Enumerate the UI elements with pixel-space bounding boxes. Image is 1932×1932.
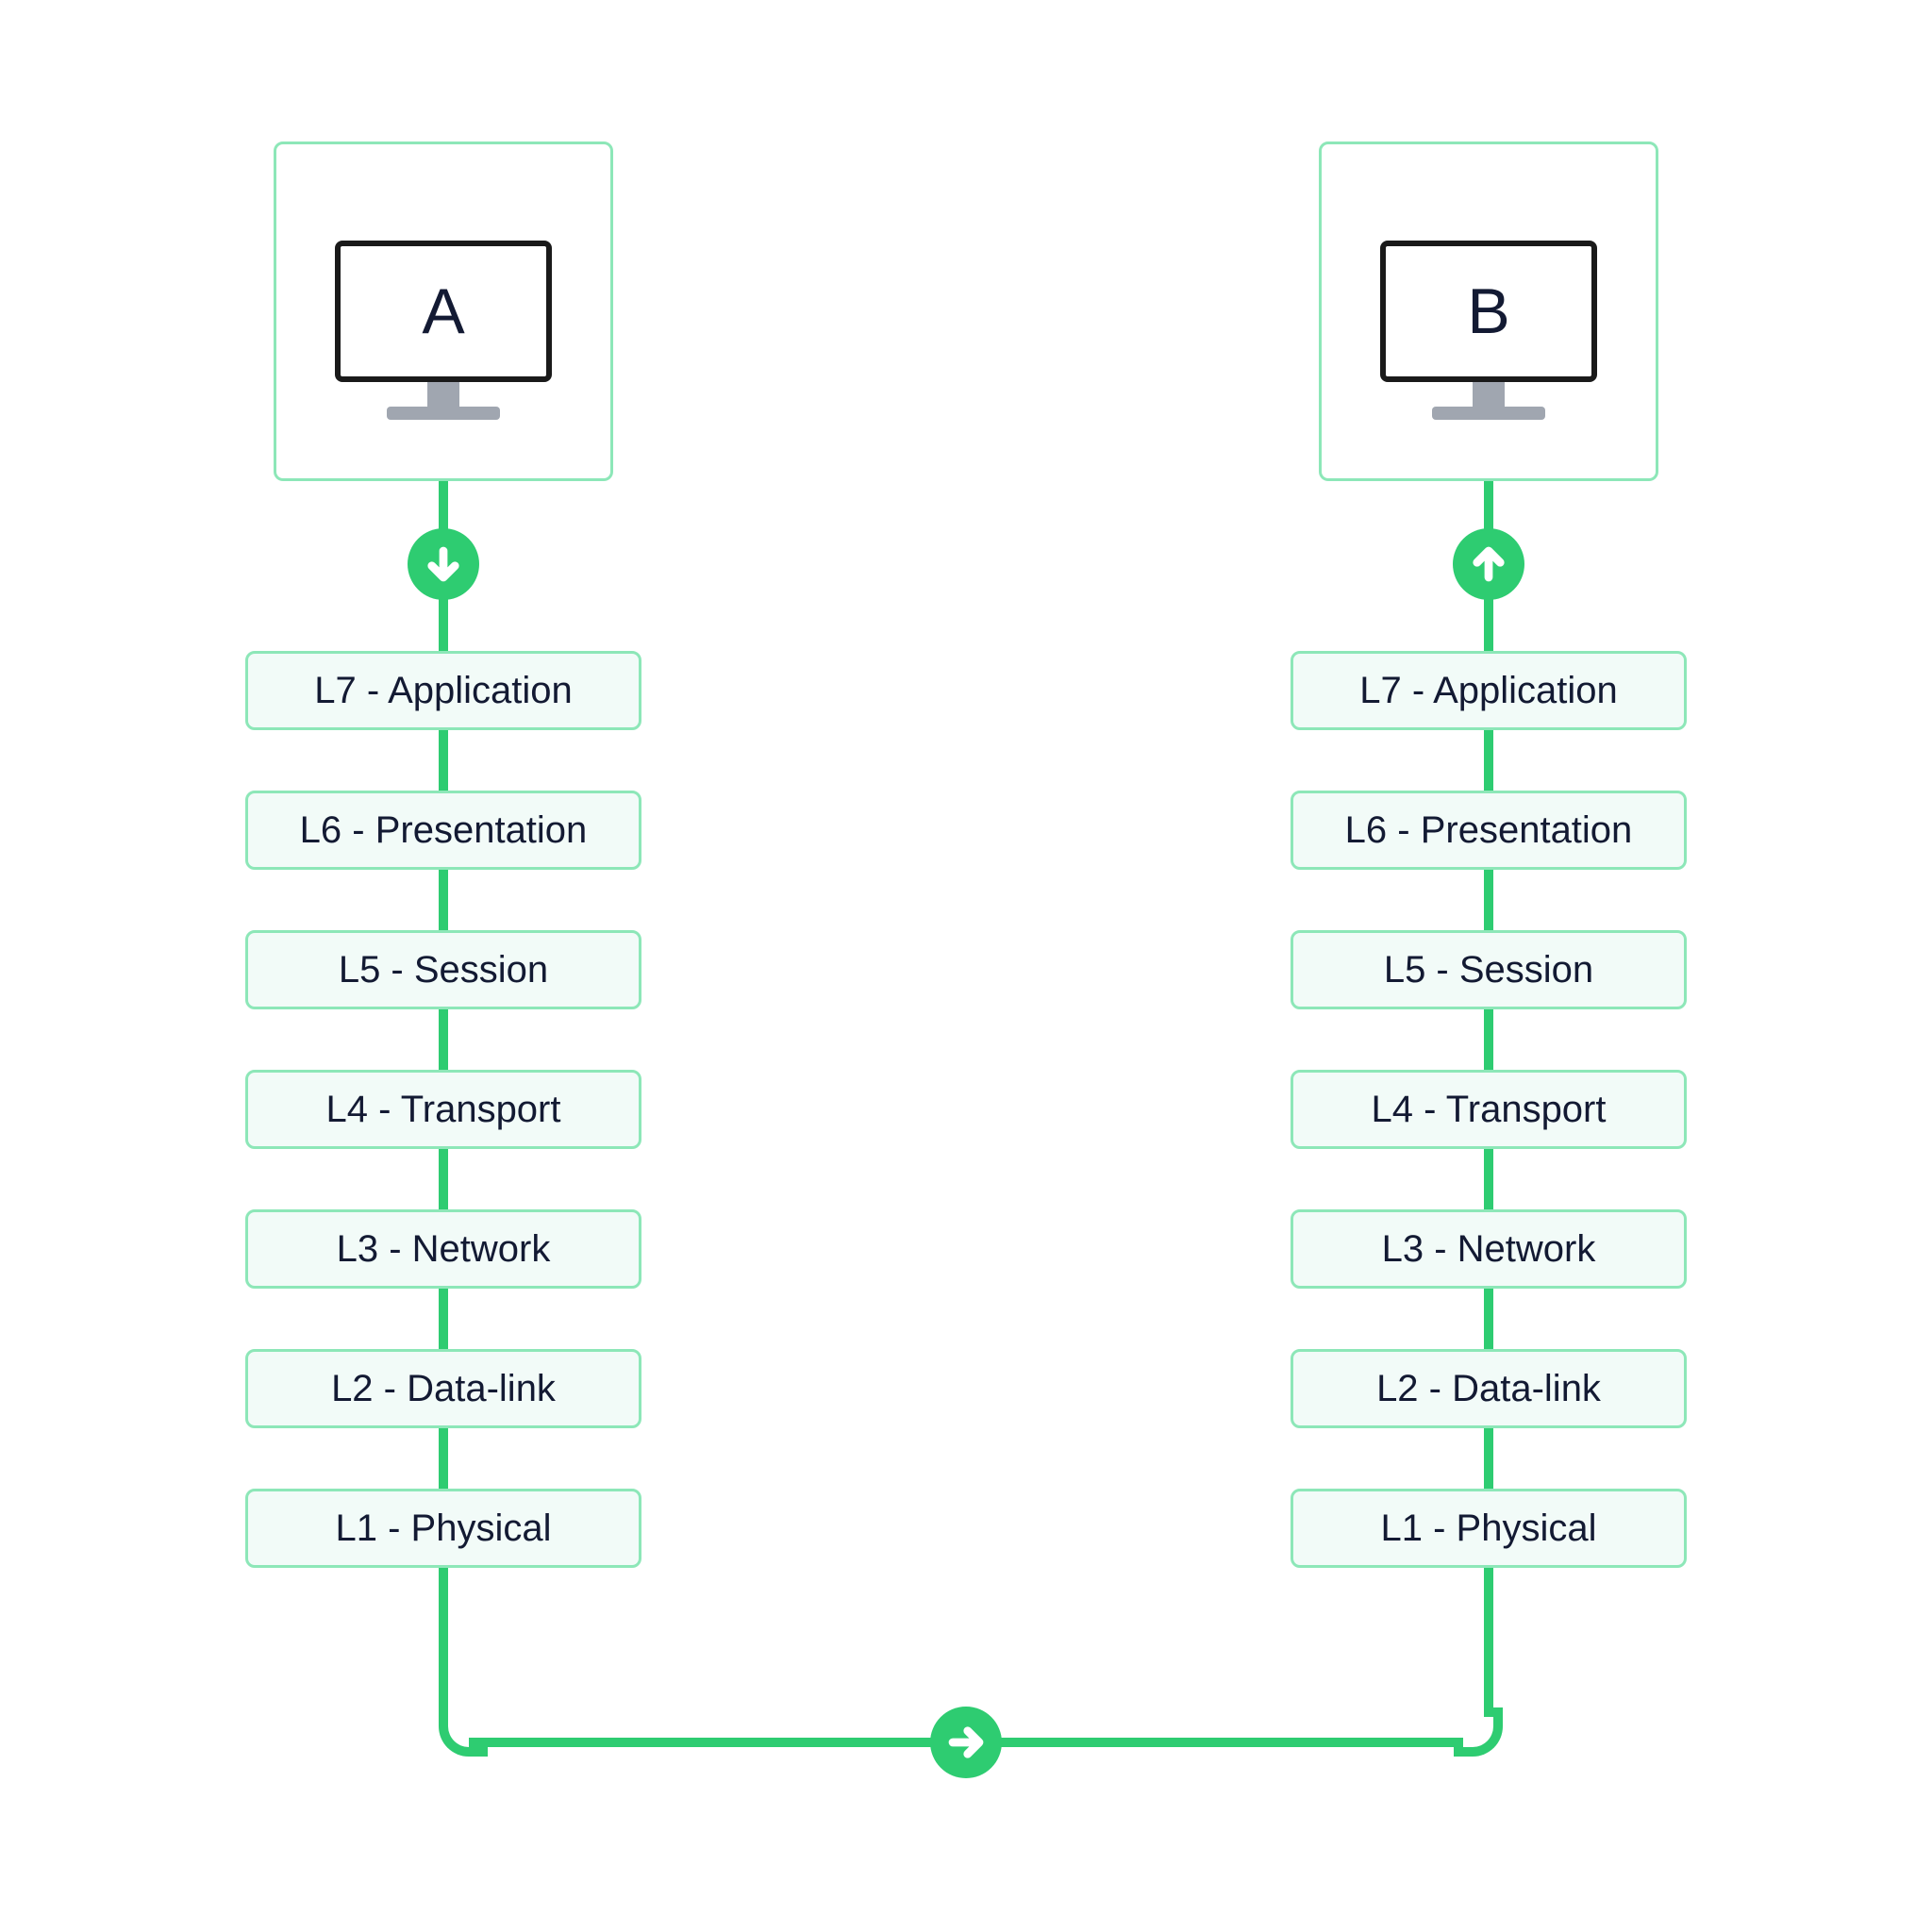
- layer-l4: L4 - Transport: [245, 1070, 641, 1149]
- osi-flow-diagram: A B L7 - Application L6 - Presentation L…: [0, 0, 1932, 1932]
- arrow-down-icon: [408, 528, 479, 600]
- layer-l3: L3 - Network: [245, 1209, 641, 1289]
- layer-l5: L5 - Session: [245, 930, 641, 1009]
- flow-corner: [439, 1707, 488, 1757]
- monitor-icon: A: [335, 241, 552, 382]
- layer-l2: L2 - Data-link: [1291, 1349, 1687, 1428]
- layer-l1: L1 - Physical: [1291, 1489, 1687, 1568]
- arrow-up-icon: [1453, 528, 1524, 600]
- computer-b: B: [1319, 142, 1658, 481]
- computer-a-label: A: [335, 241, 552, 382]
- layer-l5: L5 - Session: [1291, 930, 1687, 1009]
- layer-l3: L3 - Network: [1291, 1209, 1687, 1289]
- computer-a: A: [274, 142, 613, 481]
- layer-l2: L2 - Data-link: [245, 1349, 641, 1428]
- flow-corner: [1454, 1707, 1503, 1757]
- computer-b-label: B: [1380, 241, 1597, 382]
- arrow-right-icon: [930, 1707, 1002, 1778]
- layer-l7: L7 - Application: [245, 651, 641, 730]
- layer-l7: L7 - Application: [1291, 651, 1687, 730]
- layer-l4: L4 - Transport: [1291, 1070, 1687, 1149]
- layer-l1: L1 - Physical: [245, 1489, 641, 1568]
- layer-l6: L6 - Presentation: [1291, 791, 1687, 870]
- monitor-icon: B: [1380, 241, 1597, 382]
- layer-l6: L6 - Presentation: [245, 791, 641, 870]
